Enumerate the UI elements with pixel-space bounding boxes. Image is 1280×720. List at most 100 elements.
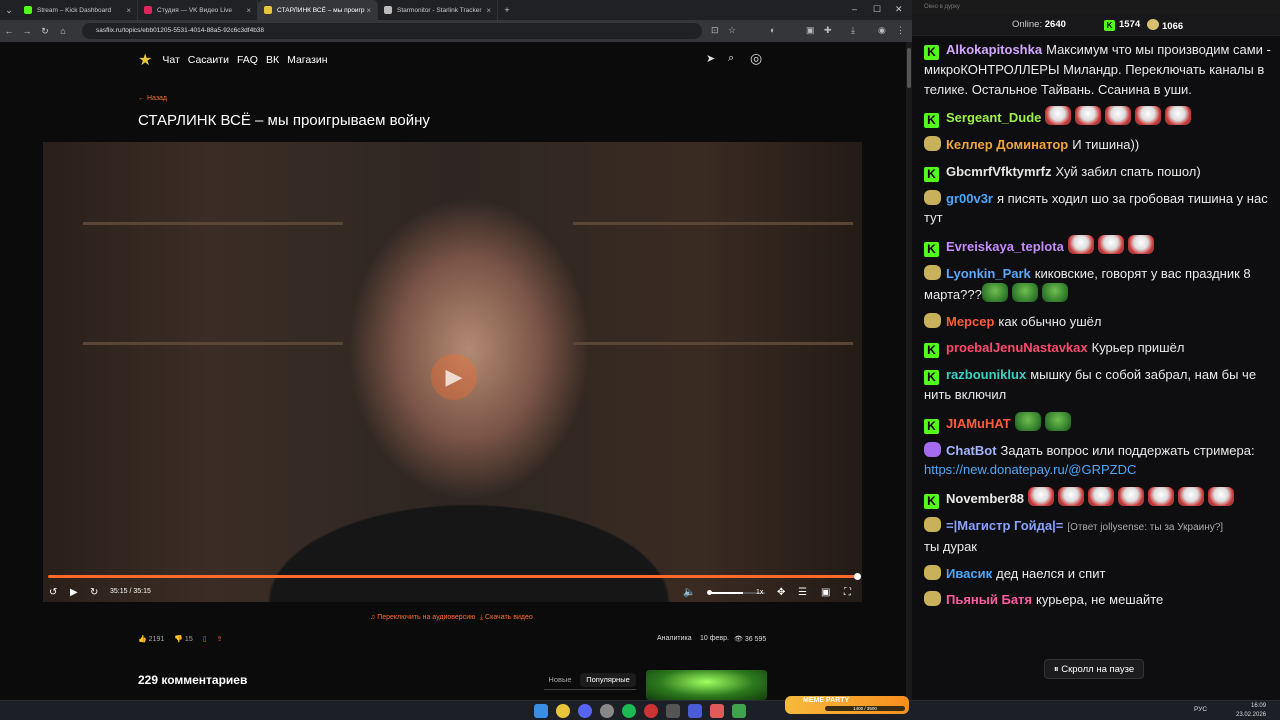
pip-icon[interactable]: ▣ [821,587,830,598]
sort-popular-tab[interactable]: Популярные [580,673,636,687]
back-link[interactable]: ← Назад [138,95,167,102]
settings-icon[interactable]: ☰ [798,587,807,598]
meme-party-widget[interactable]: MEME PARTY 1400 / 3500 [785,696,909,714]
volume-handle[interactable] [707,590,712,595]
tab-starmonitor[interactable]: Starmonitor - Starlink Tracker × [378,0,498,20]
frog-emote-icon [1014,411,1041,431]
back-icon[interactable]: ← [0,26,18,36]
app-icon[interactable] [732,704,746,718]
menu-icon[interactable]: ⋮ [896,25,905,36]
share-icon[interactable]: ⇪ [217,635,223,643]
discord-icon[interactable] [578,704,592,718]
chat-messages[interactable]: K Alkokapitoshka Максимум что мы производи… [912,40,1280,700]
profile-icon[interactable]: ◉ [878,25,886,36]
chat-username[interactable]: ChatBot [946,443,997,458]
clock[interactable]: 16:09 23.02.2026 [1236,702,1266,720]
app-icon[interactable] [644,704,658,718]
donate-link[interactable]: https://new.donatepay.ru/@GRPZDC [924,462,1136,477]
maximize-icon[interactable]: ☐ [873,4,881,15]
chat-username[interactable]: Sergeant_Dude [946,110,1041,125]
close-icon[interactable]: × [366,6,371,15]
chat-username[interactable]: Мерсер [946,314,994,329]
nav-faq[interactable]: FAQ [237,54,258,66]
fullscreen-icon[interactable]: ⛶ [844,587,851,598]
home-icon[interactable]: ⌂ [54,26,72,36]
nav-vk[interactable]: ВК [266,54,279,66]
chat-username[interactable]: Ивасик [946,566,992,581]
scroll-paused-badge[interactable]: ⏸ Скролл на паузе [1044,659,1144,679]
tab-vk-studio[interactable]: Студия — VK Видео Live × [138,0,258,20]
analytics-link[interactable]: Аналитика [657,635,692,642]
close-icon[interactable]: × [486,6,491,15]
chat-username[interactable]: November88 [946,491,1024,506]
kick-badge-icon: K [924,418,939,434]
new-tab-icon[interactable]: + [498,5,516,15]
rewind-icon[interactable]: ↺ [49,587,57,598]
frog-emote-icon [1041,283,1068,302]
account-icon[interactable]: ◎ [750,50,762,67]
puzzle-icon[interactable]: ✚ [824,25,832,36]
like-button[interactable]: 👍 2191 [138,635,164,643]
play-icon[interactable]: ▶ [70,587,78,598]
sort-new-tab[interactable]: Новые [544,673,576,687]
video-progress-bar[interactable] [48,575,858,578]
chat-username[interactable]: gr00v3r [946,191,993,206]
extension-icon[interactable]: ◐ [770,25,775,35]
url-field[interactable]: sasflix.ru/topics/ebb01205-5531-4014-88a… [82,23,702,39]
app-icon[interactable] [710,704,724,718]
tab-title: СТАРЛИНК ВСЁ – мы проигр [277,6,365,14]
screenshot-icon[interactable]: ▣ [806,25,815,36]
bookmark-star-icon[interactable]: ☆ [728,25,736,36]
play-overlay-icon[interactable]: ▶ [431,354,477,400]
close-icon[interactable]: × [126,6,131,15]
nav-shop[interactable]: Магазин [287,54,328,66]
chat-username[interactable]: Келлер Доминатор [946,137,1068,152]
close-window-icon[interactable]: ✕ [895,4,903,15]
tab-starlink-video[interactable]: СТАРЛИНК ВСЁ – мы проигр × [258,0,378,20]
forward-icon[interactable]: → [18,26,36,36]
install-icon[interactable]: ⊡ [711,25,719,36]
speed-button[interactable]: 1x [756,589,763,596]
spotify-icon[interactable] [622,704,636,718]
volume-slider[interactable] [708,592,743,594]
close-icon[interactable]: × [246,6,251,15]
minimize-icon[interactable]: – [852,4,857,14]
volume-icon[interactable]: 🔈 [683,587,695,598]
chat-username[interactable]: Alkokapitoshka [946,42,1042,57]
app-icon[interactable] [600,704,614,718]
telegram-icon[interactable]: ➤ [706,52,715,65]
app-icon[interactable] [688,704,702,718]
chat-username[interactable]: razbouniklux [946,367,1026,382]
bookmark-icon[interactable]: ▯ [203,635,207,643]
download-video-link[interactable]: ⤓ Скачать видео [480,614,533,622]
chat-username[interactable]: proebalJenuNastavkax [946,340,1088,355]
chrome-icon[interactable] [556,704,570,718]
video-player[interactable]: ▶ [43,142,862,602]
tab-kick-dashboard[interactable]: Stream – Kick Dashboard × [18,0,138,20]
nav-sasaiti[interactable]: Сасаити [188,54,229,66]
reload-icon[interactable]: ↻ [36,26,54,37]
related-video-thumbnail[interactable] [646,670,767,700]
search-icon[interactable]: ⌕ [728,52,734,65]
emote-icon [1208,486,1235,506]
audio-version-link[interactable]: ♫ Переключить на аудиоверсию [370,614,475,621]
language-indicator[interactable]: РУС [1194,706,1207,713]
chat-username[interactable]: Lyonkin_Park [946,266,1031,281]
chat-username[interactable]: JIAMuHAT [946,416,1011,431]
emote-icon [1058,486,1085,506]
windows-start-icon[interactable] [534,704,548,718]
app-icon[interactable] [666,704,680,718]
chat-username[interactable]: =|Магистр Гойда|= [946,518,1063,533]
download-icon[interactable]: ⤓ [851,25,855,36]
scroll-thumb[interactable] [907,48,911,88]
chat-username[interactable]: Evreiskaya_teplota [946,239,1064,254]
tab-menu-icon[interactable]: ⌄ [0,5,18,16]
nav-chat[interactable]: Чат [162,54,179,66]
chat-username[interactable]: Пьяный Батя [946,592,1032,607]
chat-username[interactable]: GbcmrfVfktymrfz [946,164,1051,179]
dislike-button[interactable]: 👎 15 [174,635,192,643]
forward-icon[interactable]: ↻ [90,587,98,598]
quality-icon[interactable]: ✥ [777,587,785,598]
star-logo-icon[interactable]: ★ [138,50,152,70]
progress-handle[interactable] [854,573,861,580]
